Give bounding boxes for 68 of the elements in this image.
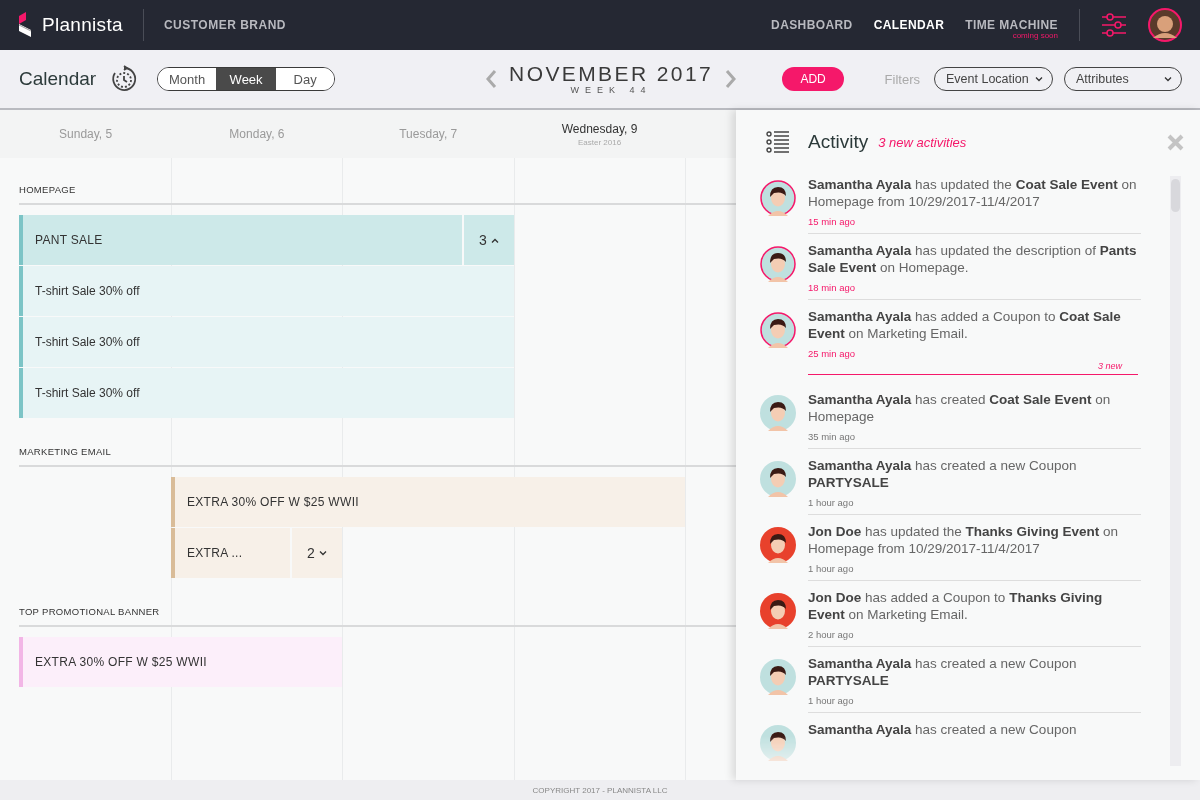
avatar <box>760 246 796 282</box>
user-avatar[interactable] <box>1148 8 1182 42</box>
clock-history-icon[interactable] <box>110 65 139 93</box>
week-label: WEEK 44 <box>570 85 652 95</box>
avatar <box>760 461 796 497</box>
day-label: Sunday, 5 <box>59 127 113 141</box>
previous-icon[interactable] <box>485 69 498 89</box>
activity-time: 25 min ago <box>808 348 856 359</box>
new-count: 3 new activities <box>878 134 967 150</box>
day-label: Tuesday, 7 <box>399 127 458 141</box>
avatar <box>760 659 796 695</box>
activity-text: Samantha Ayala has created Coat Sale Event on Homepage <box>808 391 1112 425</box>
nav-link[interactable]: CALENDAR <box>873 18 945 32</box>
logo-text: Plannista <box>42 14 123 36</box>
activity-time: 2 hour ago <box>808 629 855 640</box>
page-title: Calendar <box>19 68 97 90</box>
avatar <box>760 180 796 216</box>
activity-text: Samantha Ayala has created a new Coupon <box>808 721 1078 738</box>
caret-icon <box>318 550 327 556</box>
close-button[interactable] <box>1167 133 1184 151</box>
scrollbar[interactable] <box>1170 176 1181 766</box>
add-button[interactable]: ADD <box>782 67 845 91</box>
caret-icon <box>1035 76 1043 82</box>
panel-title: Activity <box>808 131 869 153</box>
activity-time: 15 min ago <box>808 216 856 227</box>
activity-time: 1 hour ago <box>808 695 855 706</box>
month-title: NOVEMBER 2017 <box>509 63 714 85</box>
list-icon <box>766 131 790 153</box>
event-bar[interactable]: T-shirt Sale 30% off <box>23 266 514 316</box>
activity-text: Jon Doe has updated the Thanks Giving Event on Homepage from 10/29/2017-11/4/2017 <box>808 523 1119 557</box>
day-note: Easter 2016 <box>577 137 622 147</box>
event-bar[interactable]: EXTRA 30% OFF W $25 WWII <box>23 637 342 687</box>
avatar <box>760 312 796 348</box>
activity-text: Samantha Ayala has updated the description of Pants Sale Event on Homepage. <box>808 242 1138 276</box>
activity-text: Samantha Ayala has created a new Coupon PARTYSALE <box>808 655 1078 689</box>
event-bar[interactable]: PANT SALE <box>23 215 462 265</box>
activity-time: 1 hour ago <box>808 497 855 508</box>
activity-time: 18 min ago <box>808 282 856 293</box>
avatar <box>760 593 796 629</box>
copyright-text: COPYRIGHT 2017 - PLANNISTA LLC <box>0 780 1200 800</box>
expand-button[interactable]: 2 <box>292 528 342 578</box>
activity-time: 1 hour ago <box>808 563 855 574</box>
event-bar[interactable]: EXTRA ... <box>175 528 290 578</box>
avatar <box>760 527 796 563</box>
activity-text: Samantha Ayala has added a Coupon to Coat Sale Event on Marketing Email. <box>808 308 1122 342</box>
expand-button[interactable]: 3 <box>464 215 514 265</box>
event-bar[interactable]: EXTRA 30% OFF W $25 WWII <box>175 477 685 527</box>
day-label: Monday, 6 <box>229 127 285 141</box>
avatar <box>760 395 796 431</box>
nav-link[interactable]: DASHBOARD <box>771 18 853 32</box>
close-icon <box>1167 133 1184 151</box>
view-tab[interactable]: Week <box>216 68 277 90</box>
brand-name: CUSTOMER BRAND <box>163 18 286 32</box>
event-bar[interactable]: T-shirt Sale 30% off <box>23 368 514 418</box>
view-tab[interactable]: Month <box>158 68 217 90</box>
view-tab[interactable]: Day <box>276 68 335 90</box>
day-label: Wednesday, 9 <box>561 121 638 136</box>
logo-icon <box>18 12 34 38</box>
event-bar[interactable]: T-shirt Sale 30% off <box>23 317 514 367</box>
next-icon[interactable] <box>725 69 738 89</box>
nav-link[interactable]: TIME MACHINE coming soon <box>965 10 1058 40</box>
new-marker: 3 new <box>1097 361 1122 373</box>
caret-icon <box>1164 76 1172 82</box>
filters-label: Filters <box>884 71 920 87</box>
avatar <box>760 725 796 761</box>
activity-time: 35 min ago <box>808 431 856 442</box>
settings-icon[interactable] <box>1101 12 1127 38</box>
caret-icon <box>490 237 499 243</box>
